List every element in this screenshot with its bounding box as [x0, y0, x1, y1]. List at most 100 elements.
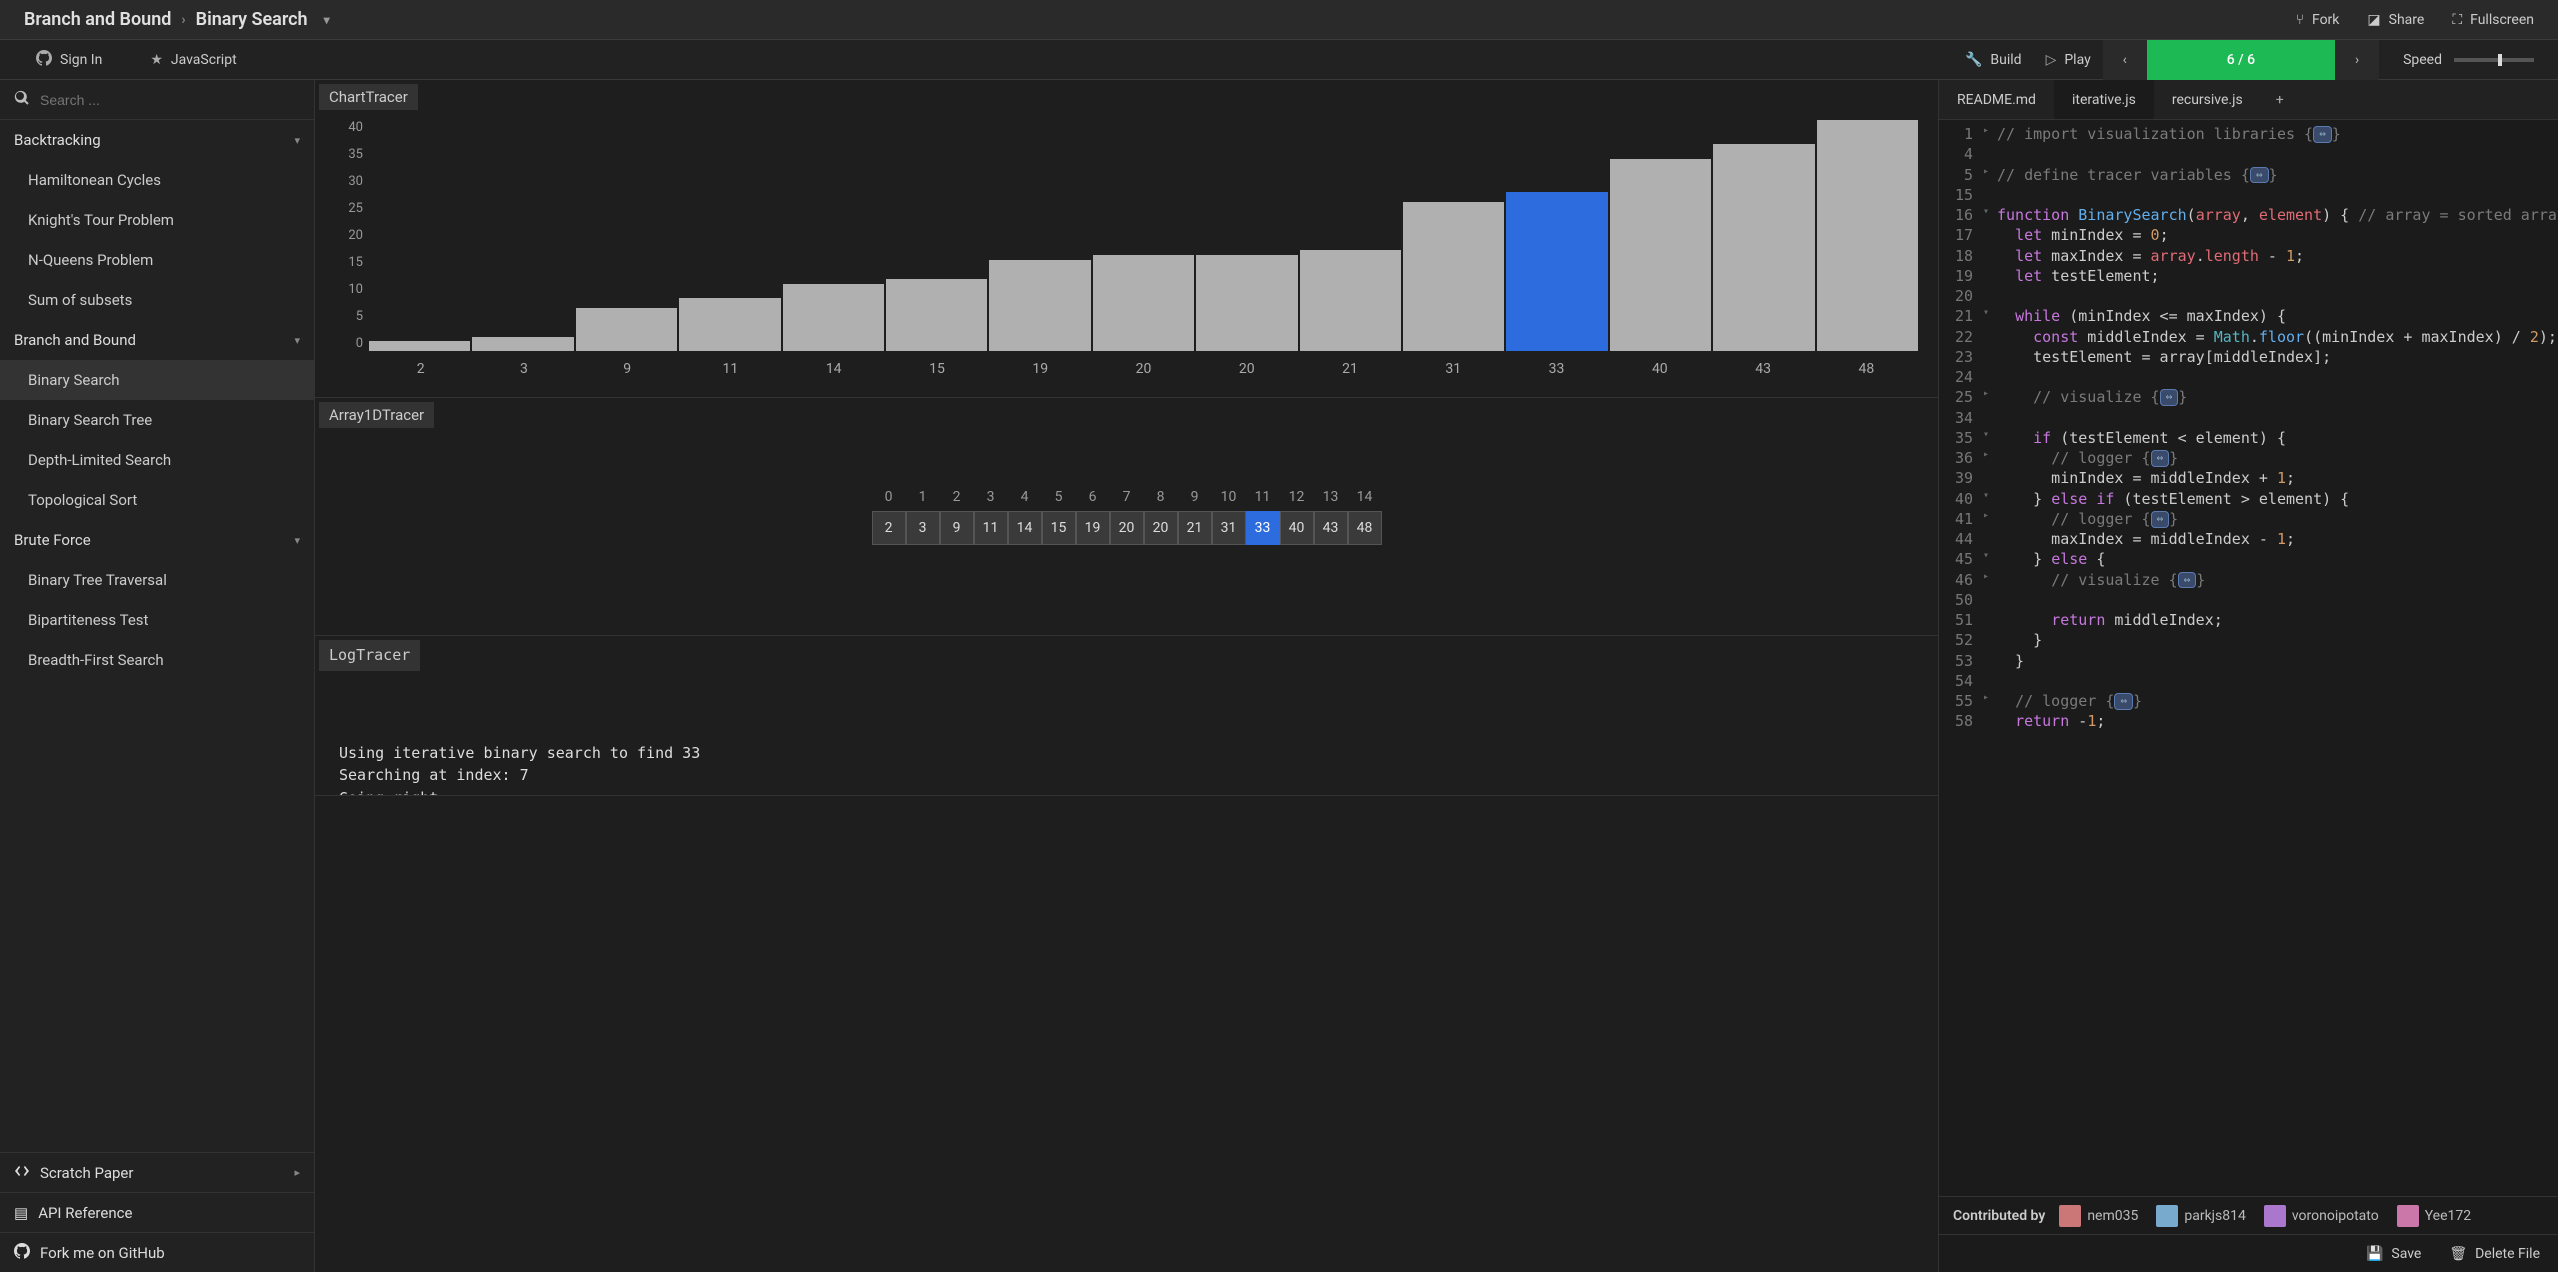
code-line[interactable]: 54 [1939, 671, 2558, 691]
code-line[interactable]: 23 testElement = array[middleIndex]; [1939, 347, 2558, 367]
fold-icon[interactable] [1983, 327, 1997, 347]
build-button[interactable]: 🔧 Build [1953, 40, 2034, 80]
fold-icon[interactable] [1983, 286, 1997, 306]
nav-item[interactable]: Breadth-First Search [0, 640, 314, 680]
code-line[interactable]: 16▾function BinarySearch(array, element)… [1939, 205, 2558, 225]
chevron-down-icon[interactable]: ▾ [324, 13, 330, 27]
fold-icon[interactable] [1983, 266, 1997, 286]
code-line[interactable]: 20 [1939, 286, 2558, 306]
fold-icon[interactable] [1983, 144, 1997, 164]
scratch-paper-button[interactable]: Scratch Paper ▸ [0, 1152, 314, 1192]
fold-icon[interactable] [1983, 671, 1997, 691]
nav-category[interactable]: Brute Force▾ [0, 520, 314, 560]
code-line[interactable]: 15 [1939, 185, 2558, 205]
fold-icon[interactable] [1983, 529, 1997, 549]
api-reference-button[interactable]: ▤ API Reference [0, 1192, 314, 1232]
fold-icon[interactable]: ▸ [1983, 165, 1997, 185]
code-line[interactable]: 5▸// define tracer variables {⇔} [1939, 165, 2558, 185]
fold-icon[interactable]: ▾ [1983, 549, 1997, 569]
code-line[interactable]: 44 maxIndex = middleIndex - 1; [1939, 529, 2558, 549]
code-line[interactable]: 24 [1939, 367, 2558, 387]
fold-icon[interactable] [1983, 185, 1997, 205]
code-line[interactable]: 53 } [1939, 651, 2558, 671]
fullscreen-button[interactable]: ⛶ Fullscreen [2452, 12, 2534, 28]
fold-icon[interactable]: ▸ [1983, 509, 1997, 529]
nav-category[interactable]: Backtracking▾ [0, 120, 314, 160]
fold-icon[interactable] [1983, 367, 1997, 387]
fold-icon[interactable] [1983, 468, 1997, 488]
file-tab[interactable]: README.md [1939, 80, 2054, 119]
code-line[interactable]: 18 let maxIndex = array.length - 1; [1939, 246, 2558, 266]
nav-item[interactable]: Topological Sort [0, 480, 314, 520]
code-line[interactable]: 51 return middleIndex; [1939, 610, 2558, 630]
fold-icon[interactable] [1983, 408, 1997, 428]
code-line[interactable]: 46▸ // visualize {⇔} [1939, 570, 2558, 590]
fold-icon[interactable]: ▸ [1983, 570, 1997, 590]
code-line[interactable]: 17 let minIndex = 0; [1939, 225, 2558, 245]
fold-icon[interactable] [1983, 347, 1997, 367]
code-line[interactable]: 35▾ if (testElement < element) { [1939, 428, 2558, 448]
fold-icon[interactable]: ▾ [1983, 428, 1997, 448]
nav-item[interactable]: Knight's Tour Problem [0, 200, 314, 240]
nav-item[interactable]: N-Queens Problem [0, 240, 314, 280]
slider-knob[interactable] [2498, 54, 2502, 66]
nav-item[interactable]: Binary Search [0, 360, 314, 400]
code-line[interactable]: 4 [1939, 144, 2558, 164]
fold-icon[interactable]: ▸ [1983, 124, 1997, 144]
code-line[interactable]: 45▾ } else { [1939, 549, 2558, 569]
fork-button[interactable]: ⑂ Fork [2296, 12, 2340, 28]
nav-item[interactable]: Bipartiteness Test [0, 600, 314, 640]
share-button[interactable]: ◪ Share [2367, 12, 2424, 28]
fold-icon[interactable]: ▾ [1983, 306, 1997, 326]
language-button[interactable]: ★ JavaScript [138, 40, 248, 80]
code-line[interactable]: 58 return -1; [1939, 711, 2558, 731]
fold-icon[interactable]: ▸ [1983, 387, 1997, 407]
nav-item[interactable]: Binary Tree Traversal [0, 560, 314, 600]
code-line[interactable]: 40▾ } else if (testElement > element) { [1939, 489, 2558, 509]
fold-icon[interactable]: ▾ [1983, 489, 1997, 509]
nav-item[interactable]: Depth-Limited Search [0, 440, 314, 480]
contributor[interactable]: parkjs814 [2156, 1205, 2246, 1227]
code-line[interactable]: 19 let testElement; [1939, 266, 2558, 286]
sign-in-button[interactable]: Sign In [24, 40, 114, 80]
add-tab-button[interactable]: + [2261, 80, 2299, 119]
contributor[interactable]: Yee172 [2397, 1205, 2471, 1227]
breadcrumb-category[interactable]: Branch and Bound [24, 9, 171, 30]
next-step-button[interactable]: › [2335, 40, 2379, 80]
search-input[interactable] [40, 92, 300, 108]
fold-icon[interactable]: ▸ [1983, 448, 1997, 468]
fold-icon[interactable] [1983, 630, 1997, 650]
code-line[interactable]: 39 minIndex = middleIndex + 1; [1939, 468, 2558, 488]
delete-button[interactable]: 🗑 Delete File [2449, 1246, 2540, 1262]
code-editor[interactable]: 1▸// import visualization libraries {⇔}4… [1939, 120, 2558, 1196]
contributor[interactable]: nem035 [2059, 1205, 2138, 1227]
fold-icon[interactable] [1983, 651, 1997, 671]
save-button[interactable]: 💾 Save [2366, 1246, 2421, 1262]
play-button[interactable]: ▷ Play [2034, 40, 2103, 80]
file-tab[interactable]: iterative.js [2054, 80, 2154, 119]
fold-icon[interactable]: ▸ [1983, 691, 1997, 711]
fold-icon[interactable] [1983, 246, 1997, 266]
code-line[interactable]: 1▸// import visualization libraries {⇔} [1939, 124, 2558, 144]
code-line[interactable]: 34 [1939, 408, 2558, 428]
prev-step-button[interactable]: ‹ [2103, 40, 2147, 80]
code-line[interactable]: 52 } [1939, 630, 2558, 650]
contributor[interactable]: voronoipotato [2264, 1205, 2379, 1227]
nav-item[interactable]: Hamiltonean Cycles [0, 160, 314, 200]
fork-github-button[interactable]: Fork me on GitHub [0, 1232, 314, 1272]
code-line[interactable]: 41▸ // logger {⇔} [1939, 509, 2558, 529]
speed-slider[interactable] [2454, 58, 2534, 62]
fold-icon[interactable] [1983, 590, 1997, 610]
fold-icon[interactable] [1983, 711, 1997, 731]
nav-item[interactable]: Binary Search Tree [0, 400, 314, 440]
file-tab[interactable]: recursive.js [2154, 80, 2261, 119]
fold-icon[interactable]: ▾ [1983, 205, 1997, 225]
fold-icon[interactable] [1983, 610, 1997, 630]
code-line[interactable]: 22 const middleIndex = Math.floor((minIn… [1939, 327, 2558, 347]
nav-item[interactable]: Sum of subsets [0, 280, 314, 320]
code-line[interactable]: 36▸ // logger {⇔} [1939, 448, 2558, 468]
fold-icon[interactable] [1983, 225, 1997, 245]
code-line[interactable]: 25▸ // visualize {⇔} [1939, 387, 2558, 407]
code-line[interactable]: 55▸ // logger {⇔} [1939, 691, 2558, 711]
code-line[interactable]: 21▾ while (minIndex <= maxIndex) { [1939, 306, 2558, 326]
